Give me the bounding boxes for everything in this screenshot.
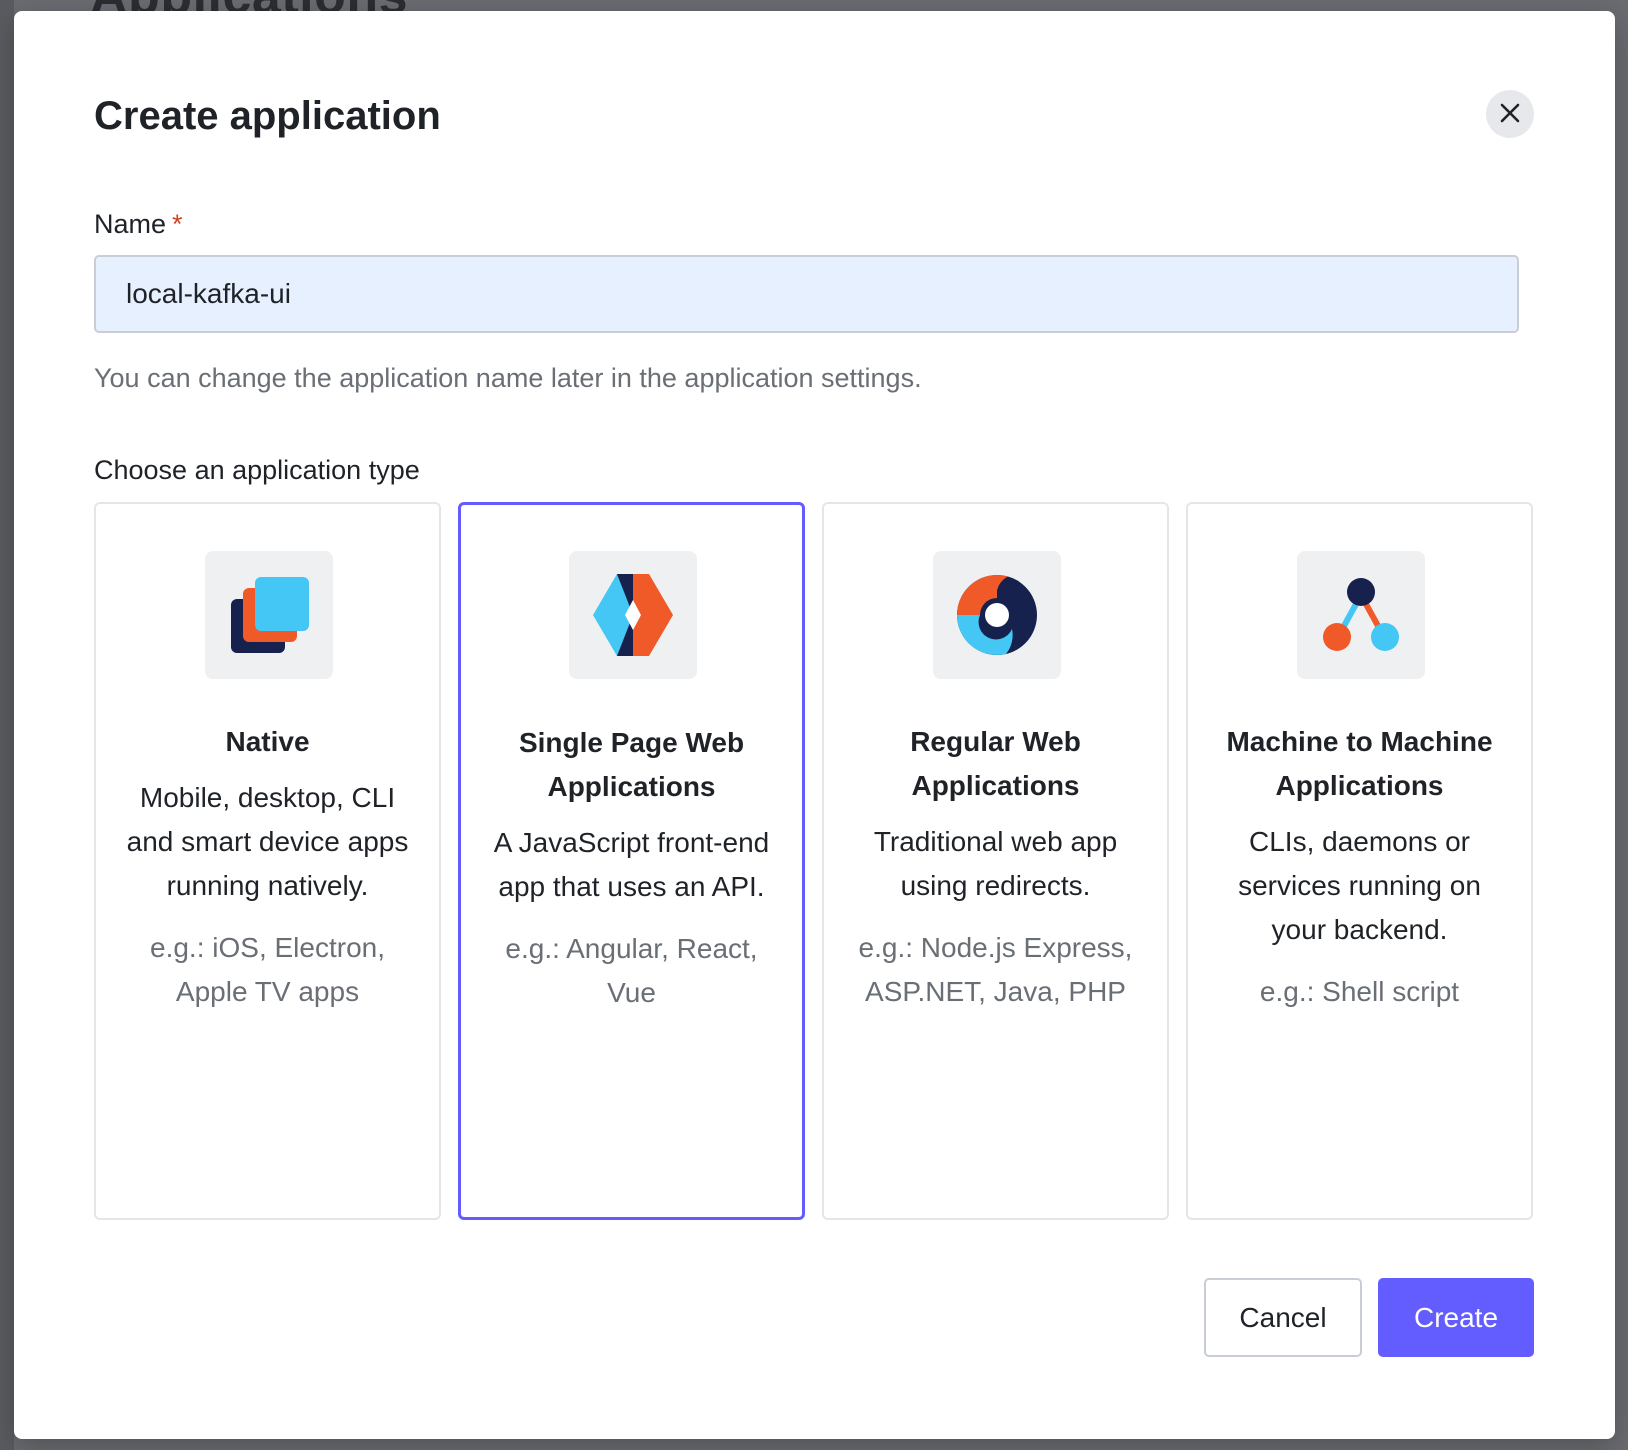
name-input[interactable] (94, 255, 1519, 333)
machine-to-machine-icon (1297, 551, 1425, 679)
name-label-text: Name (94, 209, 167, 239)
name-helper-text: You can change the application name late… (94, 363, 922, 393)
application-type-label: Choose an application type (94, 455, 420, 485)
native-app-icon (205, 551, 333, 679)
app-type-example: e.g.: Angular, React, Vue (505, 933, 758, 1008)
app-type-native[interactable]: Native Mobile, desktop, CLI and smart de… (94, 502, 441, 1220)
name-field-label: Name * (94, 209, 183, 240)
dialog-title: Create application (94, 94, 441, 138)
required-marker: * (172, 209, 183, 239)
create-button[interactable]: Create (1378, 1278, 1534, 1357)
app-type-description: A JavaScript front-end app that uses an … (493, 827, 770, 902)
app-type-title: Native (225, 726, 310, 757)
app-type-title: Single Page Web Applications (518, 727, 745, 802)
app-type-example: e.g.: Node.js Express, ASP.NET, Java, PH… (858, 932, 1133, 1007)
app-type-single-page-web-app[interactable]: Single Page Web Applications A JavaScrip… (458, 502, 805, 1220)
close-button[interactable] (1486, 90, 1534, 138)
app-type-regular-web-app[interactable]: Regular Web Applications Traditional web… (822, 502, 1169, 1220)
app-type-description: Traditional web app using redirects. (873, 826, 1118, 901)
cancel-button[interactable]: Cancel (1204, 1278, 1362, 1357)
app-type-description: CLIs, daemons or services running on you… (1238, 826, 1481, 945)
app-type-example: e.g.: Shell script (1259, 976, 1460, 1007)
background-sidebar (0, 0, 14, 1450)
close-icon (1499, 102, 1521, 127)
regular-web-app-icon (933, 551, 1061, 679)
app-type-description: Mobile, desktop, CLI and smart device ap… (126, 782, 409, 901)
app-type-title: Machine to Machine Applications (1226, 726, 1493, 801)
app-type-title: Regular Web Applications (910, 726, 1081, 801)
spa-icon (569, 551, 697, 679)
app-type-example: e.g.: iOS, Electron, Apple TV apps (150, 932, 385, 1007)
create-application-dialog: Create application Name* You can change … (14, 11, 1615, 1439)
app-type-machine-to-machine[interactable]: Machine to Machine Applications CLIs, da… (1186, 502, 1533, 1220)
